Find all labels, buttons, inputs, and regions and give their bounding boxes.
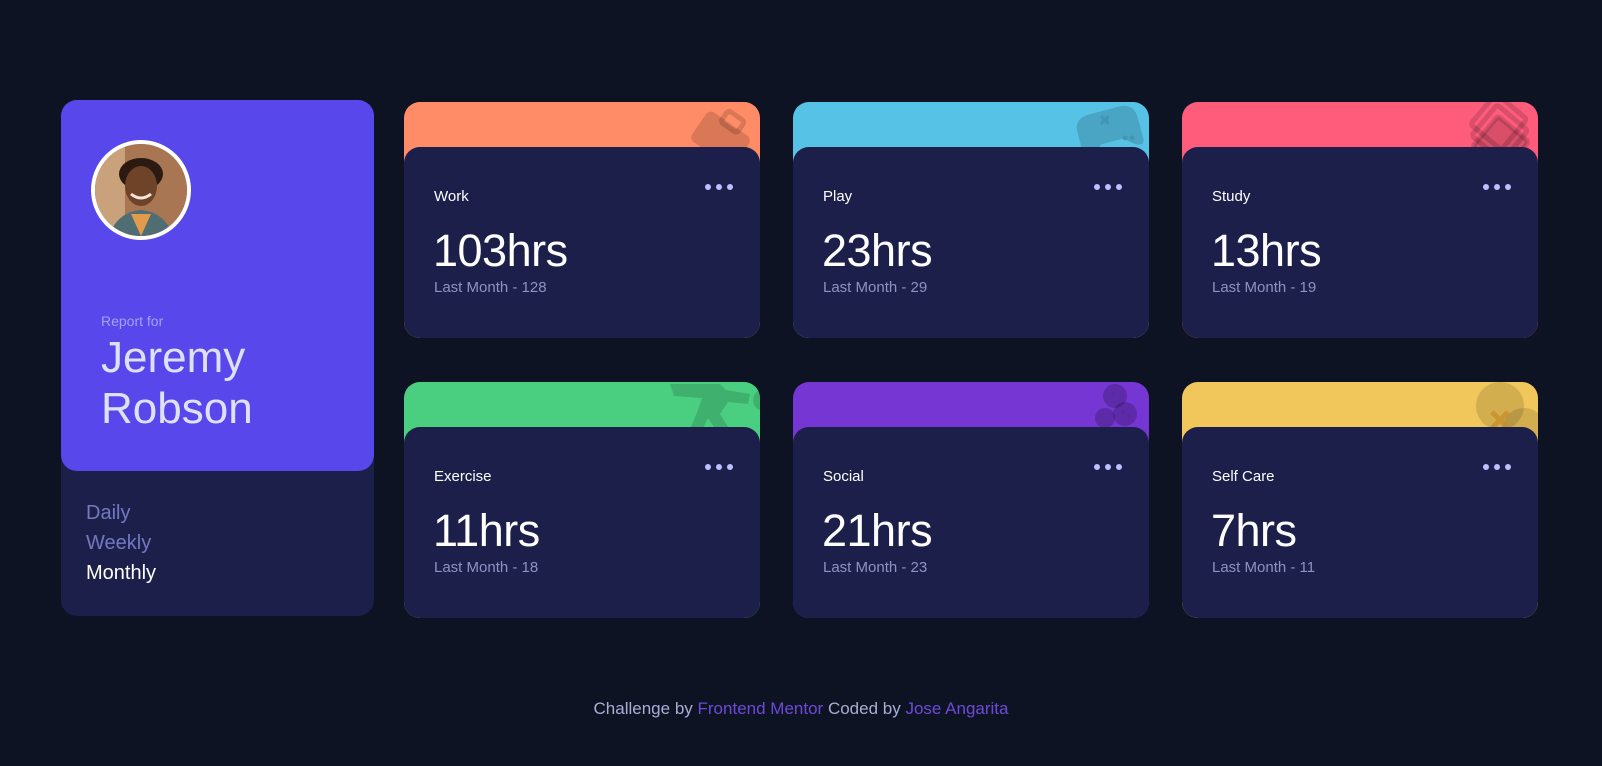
card-previous: Last Month - 23 bbox=[823, 559, 928, 576]
card-title: Study bbox=[1212, 188, 1251, 205]
card-hours: 23hrs bbox=[822, 225, 933, 276]
footer-attribution: Challenge by Frontend Mentor Coded by Jo… bbox=[0, 699, 1602, 719]
author-link[interactable]: Jose Angarita bbox=[905, 699, 1008, 718]
card-social: Social 21hrs Last Month - 23 bbox=[793, 382, 1149, 618]
card-previous: Last Month - 18 bbox=[434, 559, 539, 576]
card-title: Social bbox=[823, 468, 864, 485]
frontend-mentor-link[interactable]: Frontend Mentor bbox=[698, 699, 824, 718]
period-monthly[interactable]: Monthly bbox=[86, 558, 156, 588]
dashboard-page: Report for Jeremy Robson Daily Weekly Mo… bbox=[0, 0, 1602, 766]
card-title: Play bbox=[823, 188, 853, 205]
ellipsis-icon[interactable] bbox=[1482, 177, 1512, 197]
ellipsis-icon[interactable] bbox=[1482, 457, 1512, 477]
report-for-label: Report for bbox=[101, 313, 164, 329]
ellipsis-icon[interactable] bbox=[1093, 457, 1123, 477]
avatar bbox=[91, 140, 191, 240]
card-body[interactable]: Exercise 11hrs Last Month - 18 bbox=[404, 427, 760, 618]
card-previous: Last Month - 128 bbox=[434, 279, 547, 296]
card-body[interactable]: Self Care 7hrs Last Month - 11 bbox=[1182, 427, 1538, 618]
card-previous: Last Month - 29 bbox=[823, 279, 928, 296]
period-daily[interactable]: Daily bbox=[86, 498, 156, 528]
card-title: Work bbox=[434, 188, 469, 205]
footer-prefix: Challenge by bbox=[593, 699, 693, 718]
card-body[interactable]: Work 103hrs Last Month - 128 bbox=[404, 147, 760, 338]
card-hours: 11hrs bbox=[433, 505, 540, 556]
profile-header: Report for Jeremy Robson bbox=[61, 100, 374, 471]
footer-middle: Coded by bbox=[827, 699, 901, 718]
period-weekly[interactable]: Weekly bbox=[86, 528, 156, 558]
card-body[interactable]: Social 21hrs Last Month - 23 bbox=[793, 427, 1149, 618]
card-exercise: Exercise 11hrs Last Month - 18 bbox=[404, 382, 760, 618]
card-previous: Last Month - 11 bbox=[1212, 559, 1316, 576]
card-study: Study 13hrs Last Month - 19 bbox=[1182, 102, 1538, 338]
card-title: Self Care bbox=[1212, 468, 1275, 485]
card-hours: 21hrs bbox=[822, 505, 933, 556]
ellipsis-icon[interactable] bbox=[704, 177, 734, 197]
card-previous: Last Month - 19 bbox=[1212, 279, 1317, 296]
profile-card: Report for Jeremy Robson Daily Weekly Mo… bbox=[61, 100, 374, 616]
card-hours: 103hrs bbox=[433, 225, 568, 276]
card-hours: 13hrs bbox=[1211, 225, 1322, 276]
card-play: Play 23hrs Last Month - 29 bbox=[793, 102, 1149, 338]
user-name: Jeremy Robson bbox=[101, 333, 253, 433]
period-selector: Daily Weekly Monthly bbox=[86, 498, 156, 588]
ellipsis-icon[interactable] bbox=[1093, 177, 1123, 197]
card-body[interactable]: Play 23hrs Last Month - 29 bbox=[793, 147, 1149, 338]
card-body[interactable]: Study 13hrs Last Month - 19 bbox=[1182, 147, 1538, 338]
card-self-care: Self Care 7hrs Last Month - 11 bbox=[1182, 382, 1538, 618]
card-work: Work 103hrs Last Month - 128 bbox=[404, 102, 760, 338]
card-hours: 7hrs bbox=[1211, 505, 1297, 556]
card-title: Exercise bbox=[434, 468, 492, 485]
ellipsis-icon[interactable] bbox=[704, 457, 734, 477]
